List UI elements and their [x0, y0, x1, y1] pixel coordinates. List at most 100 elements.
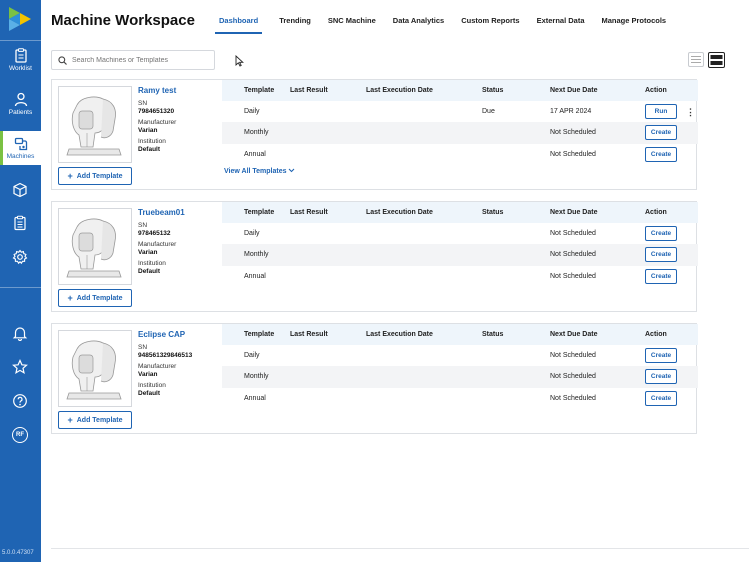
next-due-cell: Not Scheduled	[550, 373, 596, 381]
machine-name-link[interactable]: Truebeam01	[138, 208, 228, 217]
template-cell: Annual	[244, 394, 266, 402]
add-template-label: Add Template	[76, 294, 123, 302]
next-due-cell: 17 APR 2024	[550, 108, 592, 116]
tab-manage-protocols[interactable]: Manage Protocols	[602, 16, 667, 34]
sidebar-item-machines[interactable]: Machines	[0, 131, 41, 165]
template-table: Template Last Result Last Execution Date St…	[222, 80, 698, 165]
action-cell: Create	[645, 125, 698, 141]
bell-icon[interactable]	[12, 325, 28, 341]
action-cell: Create	[645, 369, 698, 385]
institution-label: Institution	[138, 260, 166, 267]
user-avatar-icon[interactable]: RF	[12, 427, 28, 443]
manufacturer-value: Varian	[138, 249, 158, 256]
institution-value: Default	[138, 146, 161, 153]
next-due-cell: Not Scheduled	[550, 129, 596, 137]
machine-name-link[interactable]: Ramy test	[138, 86, 228, 95]
action-cell: Create	[645, 247, 698, 263]
template-cell: Daily	[244, 230, 260, 238]
avatar-initials: RF	[16, 432, 24, 438]
column-header: Template	[244, 331, 275, 338]
sidebar-item-label: Patients	[8, 109, 33, 116]
column-header: Status	[482, 87, 504, 94]
create-button[interactable]: Create	[645, 369, 677, 385]
create-button[interactable]: Create	[645, 348, 677, 364]
create-button[interactable]: Create	[645, 247, 677, 263]
add-template-button[interactable]: + Add Template	[58, 167, 132, 185]
cube-icon[interactable]	[12, 182, 28, 198]
manufacturer-value: Varian	[138, 371, 158, 378]
search-box	[51, 50, 215, 70]
template-cell: Daily	[244, 108, 260, 116]
column-header: Last Result	[290, 209, 328, 216]
machine-name-link[interactable]: Eclipse CAP	[138, 330, 228, 339]
checklist-icon[interactable]	[12, 215, 28, 231]
app-logo-icon[interactable]	[9, 7, 31, 33]
template-cell: Annual	[244, 272, 266, 280]
table-row: Annual Not Scheduled Create	[222, 144, 698, 165]
help-icon[interactable]	[12, 393, 28, 409]
main-content: Machine Workspace Dashboard Trending SNC…	[41, 0, 750, 562]
more-options-icon[interactable]: ⋮	[686, 107, 695, 116]
next-due-cell: Not Scheduled	[550, 352, 596, 360]
create-button[interactable]: Create	[645, 146, 677, 162]
action-cell: Create	[645, 268, 698, 284]
gear-icon[interactable]	[12, 249, 28, 265]
tab-snc-machine[interactable]: SNC Machine	[328, 16, 376, 34]
table-header: Template Last Result Last Execution Date St…	[222, 80, 698, 101]
machine-card: Eclipse CAP SN 948561329846513 Manufacturer…	[51, 323, 698, 434]
run-button[interactable]: Run	[645, 104, 677, 120]
template-cell: Monthly	[244, 129, 269, 137]
machine-image	[58, 208, 132, 285]
sidebar-item-worklist[interactable]: Worklist	[0, 46, 41, 86]
list-view-icon	[691, 56, 701, 63]
add-template-label: Add Template	[76, 172, 123, 180]
mouse-cursor-icon	[235, 55, 244, 67]
sidebar-item-patients[interactable]: Patients	[0, 90, 41, 126]
status-cell: Due	[482, 108, 495, 116]
manufacturer-value: Varian	[138, 127, 158, 134]
add-template-button[interactable]: + Add Template	[58, 411, 132, 429]
create-button[interactable]: Create	[645, 125, 677, 141]
table-row: Daily Due 17 APR 2024 Run ⋮	[222, 101, 698, 122]
tab-external-data[interactable]: External Data	[537, 16, 585, 34]
sn-label: SN	[138, 222, 148, 229]
sidebar-item-label: Worklist	[9, 65, 32, 72]
view-all-templates-link[interactable]: View All Templates	[224, 168, 295, 175]
table-row: Monthly Not Scheduled Create	[222, 366, 698, 388]
column-header: Last Execution Date	[366, 87, 433, 94]
card-view-icon	[710, 55, 723, 65]
tab-dashboard[interactable]: Dashboard	[215, 16, 263, 34]
tab-custom-reports[interactable]: Custom Reports	[461, 16, 519, 34]
column-header: Next Due Date	[550, 87, 598, 94]
action-cell: Create	[645, 390, 698, 406]
create-button[interactable]: Create	[645, 390, 677, 406]
column-header: Template	[244, 209, 275, 216]
card-view-toggle[interactable]	[708, 52, 725, 68]
machine-card: Ramy test SN 7984651320 Manufacturer Varian I…	[51, 79, 698, 190]
column-header: Next Due Date	[550, 331, 598, 338]
tab-data-analytics[interactable]: Data Analytics	[393, 16, 444, 34]
create-button[interactable]: Create	[645, 268, 677, 284]
add-template-label: Add Template	[76, 416, 123, 424]
tab-trending[interactable]: Trending	[279, 16, 311, 34]
column-header: Template	[244, 87, 275, 94]
column-header: Last Execution Date	[366, 331, 433, 338]
sidebar-divider	[0, 40, 41, 41]
column-header: Action	[645, 331, 667, 338]
machine-image-icon	[66, 218, 122, 278]
version-label: 5.0.0.47307	[2, 550, 34, 556]
manufacturer-label: Manufacturer	[138, 119, 177, 126]
template-table: Template Last Result Last Execution Date St…	[222, 202, 698, 287]
template-cell: Monthly	[244, 251, 269, 259]
add-template-button[interactable]: + Add Template	[58, 289, 132, 307]
create-button[interactable]: Create	[645, 226, 677, 242]
next-due-cell: Not Scheduled	[550, 394, 596, 402]
table-row: Monthly Not Scheduled Create	[222, 122, 698, 144]
sn-label: SN	[138, 100, 148, 107]
search-input[interactable]	[72, 56, 212, 64]
table-row: Annual Not Scheduled Create	[222, 388, 698, 409]
star-icon[interactable]	[12, 359, 28, 375]
table-header: Template Last Result Last Execution Date St…	[222, 324, 698, 345]
table-row: Annual Not Scheduled Create	[222, 266, 698, 287]
list-view-toggle[interactable]	[688, 52, 704, 67]
